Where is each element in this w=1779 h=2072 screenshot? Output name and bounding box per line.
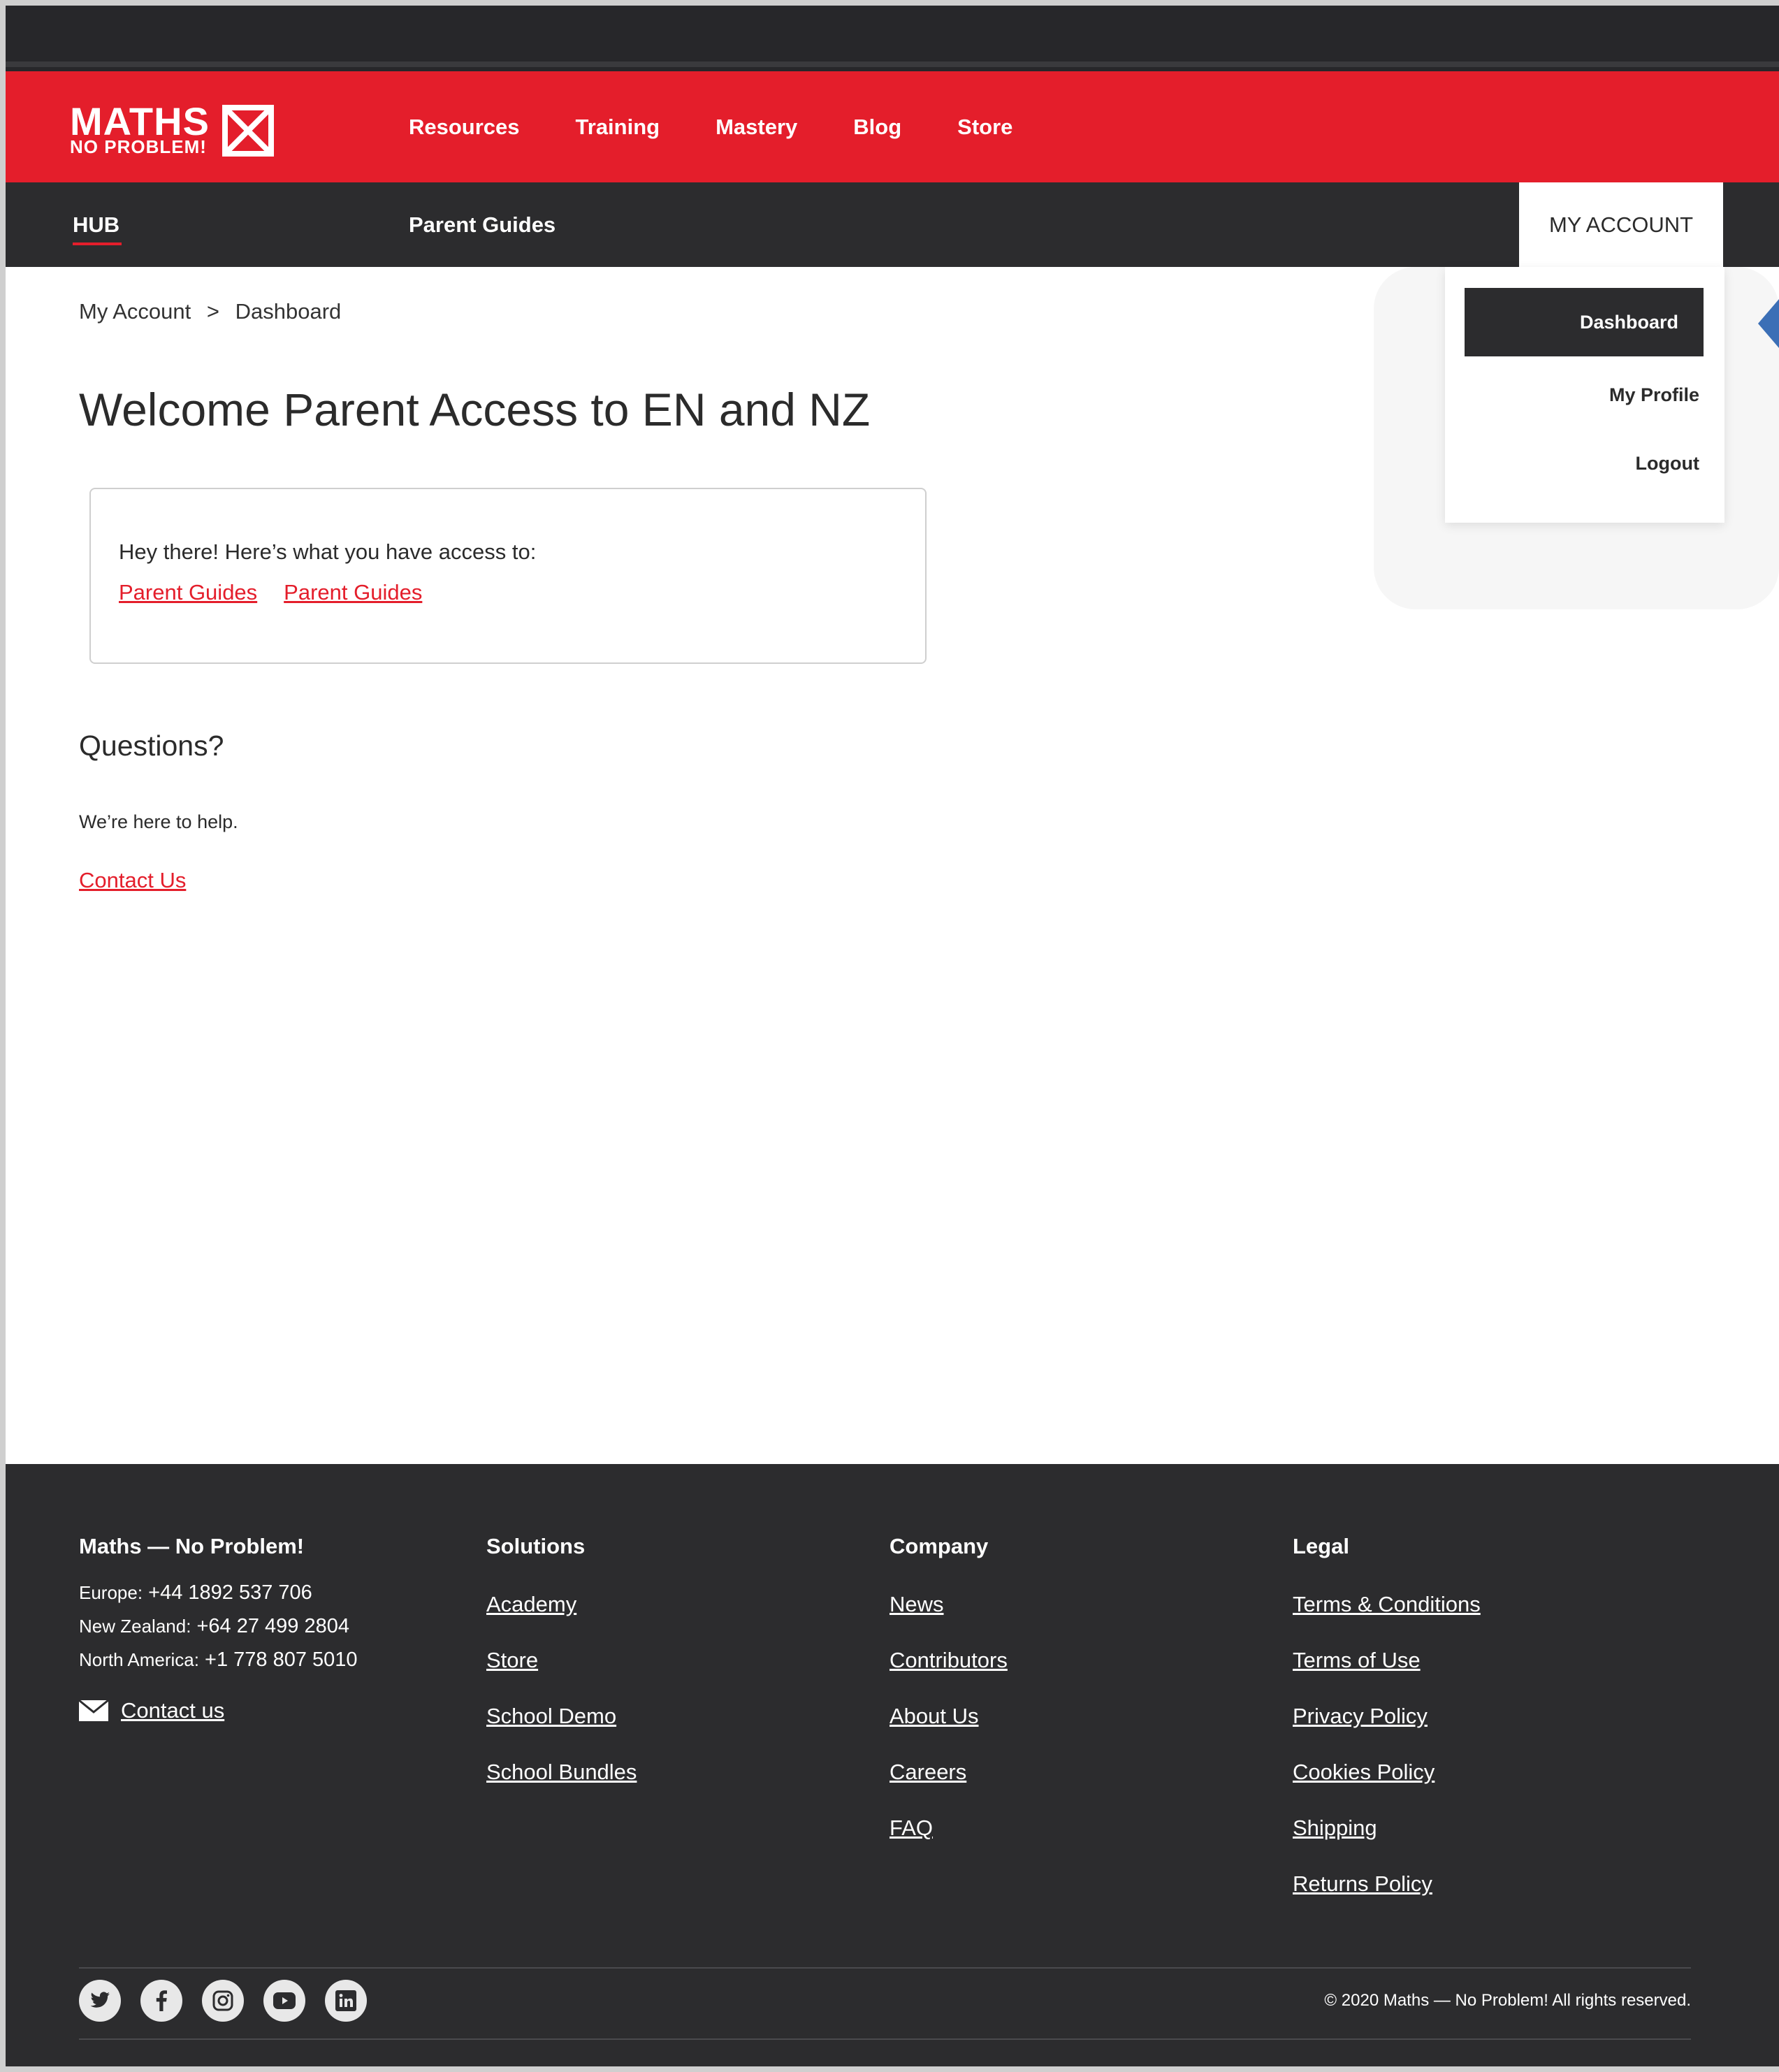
subnav-parent-guides[interactable]: Parent Guides (409, 182, 556, 267)
access-links: Parent Guides Parent Guides (119, 580, 449, 605)
footer-solutions-heading: Solutions (486, 1534, 586, 1558)
footer-link-contributors[interactable]: Contributors (890, 1649, 1008, 1672)
footer-divider-bottom (79, 2038, 1691, 2040)
phone-number: +44 1892 537 706 (148, 1581, 312, 1604)
footer-link-privacy-policy[interactable]: Privacy Policy (1293, 1704, 1481, 1728)
instagram-icon[interactable] (202, 1980, 244, 2022)
footer-link-academy[interactable]: Academy (486, 1593, 637, 1616)
footer-contact-us-link[interactable]: Contact us (121, 1699, 224, 1723)
dropdown-item-dashboard[interactable]: Dashboard (1465, 288, 1704, 356)
page-title: Welcome Parent Access to EN and NZ (79, 384, 871, 435)
access-card: Hey there! Here’s what you have access t… (89, 488, 927, 664)
facebook-icon[interactable] (140, 1980, 182, 2022)
browser-top-bar (6, 6, 1779, 71)
dropdown-item-my-profile[interactable]: My Profile (1609, 384, 1699, 406)
top-bar-divider (6, 61, 1779, 67)
footer-link-school-bundles[interactable]: School Bundles (486, 1760, 637, 1784)
breadcrumb-my-account[interactable]: My Account (79, 299, 191, 324)
footer-divider-top (79, 1967, 1691, 1969)
footer-link-shipping[interactable]: Shipping (1293, 1816, 1481, 1840)
footer-solutions: Solutions Academy Store School Demo Scho… (486, 1534, 637, 1816)
breadcrumb-dashboard: Dashboard (235, 299, 342, 324)
footer-link-terms-conditions[interactable]: Terms & Conditions (1293, 1593, 1481, 1616)
nav-store[interactable]: Store (957, 115, 1012, 140)
nav-mastery[interactable]: Mastery (716, 115, 797, 140)
copyright-text: © 2020 Maths — No Problem! All rights re… (1324, 1991, 1691, 2010)
phone-label: North America: (79, 1649, 199, 1670)
footer-company-info: Maths — No Problem! Europe: +44 1892 537… (79, 1534, 358, 1723)
main-nav: MATHS NO PROBLEM! Resources Training Mas… (6, 71, 1779, 182)
account-dropdown: Dashboard My Profile Logout (1445, 267, 1724, 523)
footer-brand-heading: Maths — No Problem! (79, 1534, 305, 1558)
pointer-arrow-icon (1758, 299, 1779, 348)
dropdown-item-logout[interactable]: Logout (1636, 453, 1699, 474)
footer-phone-europe: Europe: +44 1892 537 706 (79, 1576, 358, 1609)
nav-resources[interactable]: Resources (409, 115, 520, 140)
footer-link-returns-policy[interactable]: Returns Policy (1293, 1872, 1481, 1896)
footer: Maths — No Problem! Europe: +44 1892 537… (6, 1464, 1779, 2066)
logo-tagline: NO PROBLEM! (70, 136, 207, 157)
phone-number: +64 27 499 2804 (196, 1615, 350, 1637)
footer-link-terms-of-use[interactable]: Terms of Use (1293, 1649, 1481, 1672)
breadcrumb: My Account > Dashboard (79, 299, 351, 324)
footer-company-heading: Company (890, 1534, 989, 1558)
footer-phone-nz: New Zealand: +64 27 499 2804 (79, 1609, 358, 1643)
nav-training[interactable]: Training (576, 115, 660, 140)
logo-wordmark: MATHS (70, 99, 210, 143)
footer-phone-na: North America: +1 778 807 5010 (79, 1643, 358, 1676)
phone-label: Europe: (79, 1582, 143, 1603)
footer-legal: Legal Terms & Conditions Terms of Use Pr… (1293, 1534, 1481, 1928)
breadcrumb-separator: > (206, 299, 219, 324)
phone-number: +1 778 807 5010 (205, 1649, 358, 1671)
access-intro: Hey there! Here’s what you have access t… (119, 539, 537, 564)
access-link-parent-guides-2[interactable]: Parent Guides (284, 580, 422, 605)
hub-active-indicator (73, 242, 122, 245)
footer-legal-heading: Legal (1293, 1534, 1349, 1558)
nav-blog[interactable]: Blog (853, 115, 901, 140)
footer-link-faq[interactable]: FAQ (890, 1816, 1008, 1840)
footer-link-news[interactable]: News (890, 1593, 1008, 1616)
questions-text: We’re here to help. (79, 811, 238, 832)
footer-link-store[interactable]: Store (486, 1649, 637, 1672)
linkedin-icon[interactable] (325, 1980, 367, 2022)
footer-company: Company News Contributors About Us Caree… (890, 1534, 1008, 1872)
phone-label: New Zealand: (79, 1616, 191, 1637)
access-link-parent-guides-1[interactable]: Parent Guides (119, 580, 257, 605)
footer-link-careers[interactable]: Careers (890, 1760, 1008, 1784)
youtube-icon[interactable] (263, 1980, 305, 2022)
questions-heading: Questions? (79, 730, 224, 762)
site-logo[interactable]: MATHS NO PROBLEM! (70, 102, 279, 158)
subnav-hub[interactable]: HUB (73, 182, 119, 267)
main-nav-links: Resources Training Mastery Blog Store (409, 71, 1068, 182)
page: MATHS NO PROBLEM! Resources Training Mas… (6, 6, 1779, 2066)
sub-nav: HUB Parent Guides MY ACCOUNT (6, 182, 1779, 267)
footer-link-about-us[interactable]: About Us (890, 1704, 1008, 1728)
footer-link-cookies-policy[interactable]: Cookies Policy (1293, 1760, 1481, 1784)
contact-us-link[interactable]: Contact Us (79, 868, 186, 893)
twitter-icon[interactable] (79, 1980, 121, 2022)
mail-icon (79, 1700, 108, 1721)
dropdown-item-label: Dashboard (1579, 311, 1678, 333)
footer-link-school-demo[interactable]: School Demo (486, 1704, 637, 1728)
footer-contact: Contact us (79, 1699, 358, 1723)
social-links (79, 1980, 386, 2022)
my-account-tab[interactable]: MY ACCOUNT (1519, 182, 1723, 267)
logo-envelope-icon (222, 105, 274, 157)
